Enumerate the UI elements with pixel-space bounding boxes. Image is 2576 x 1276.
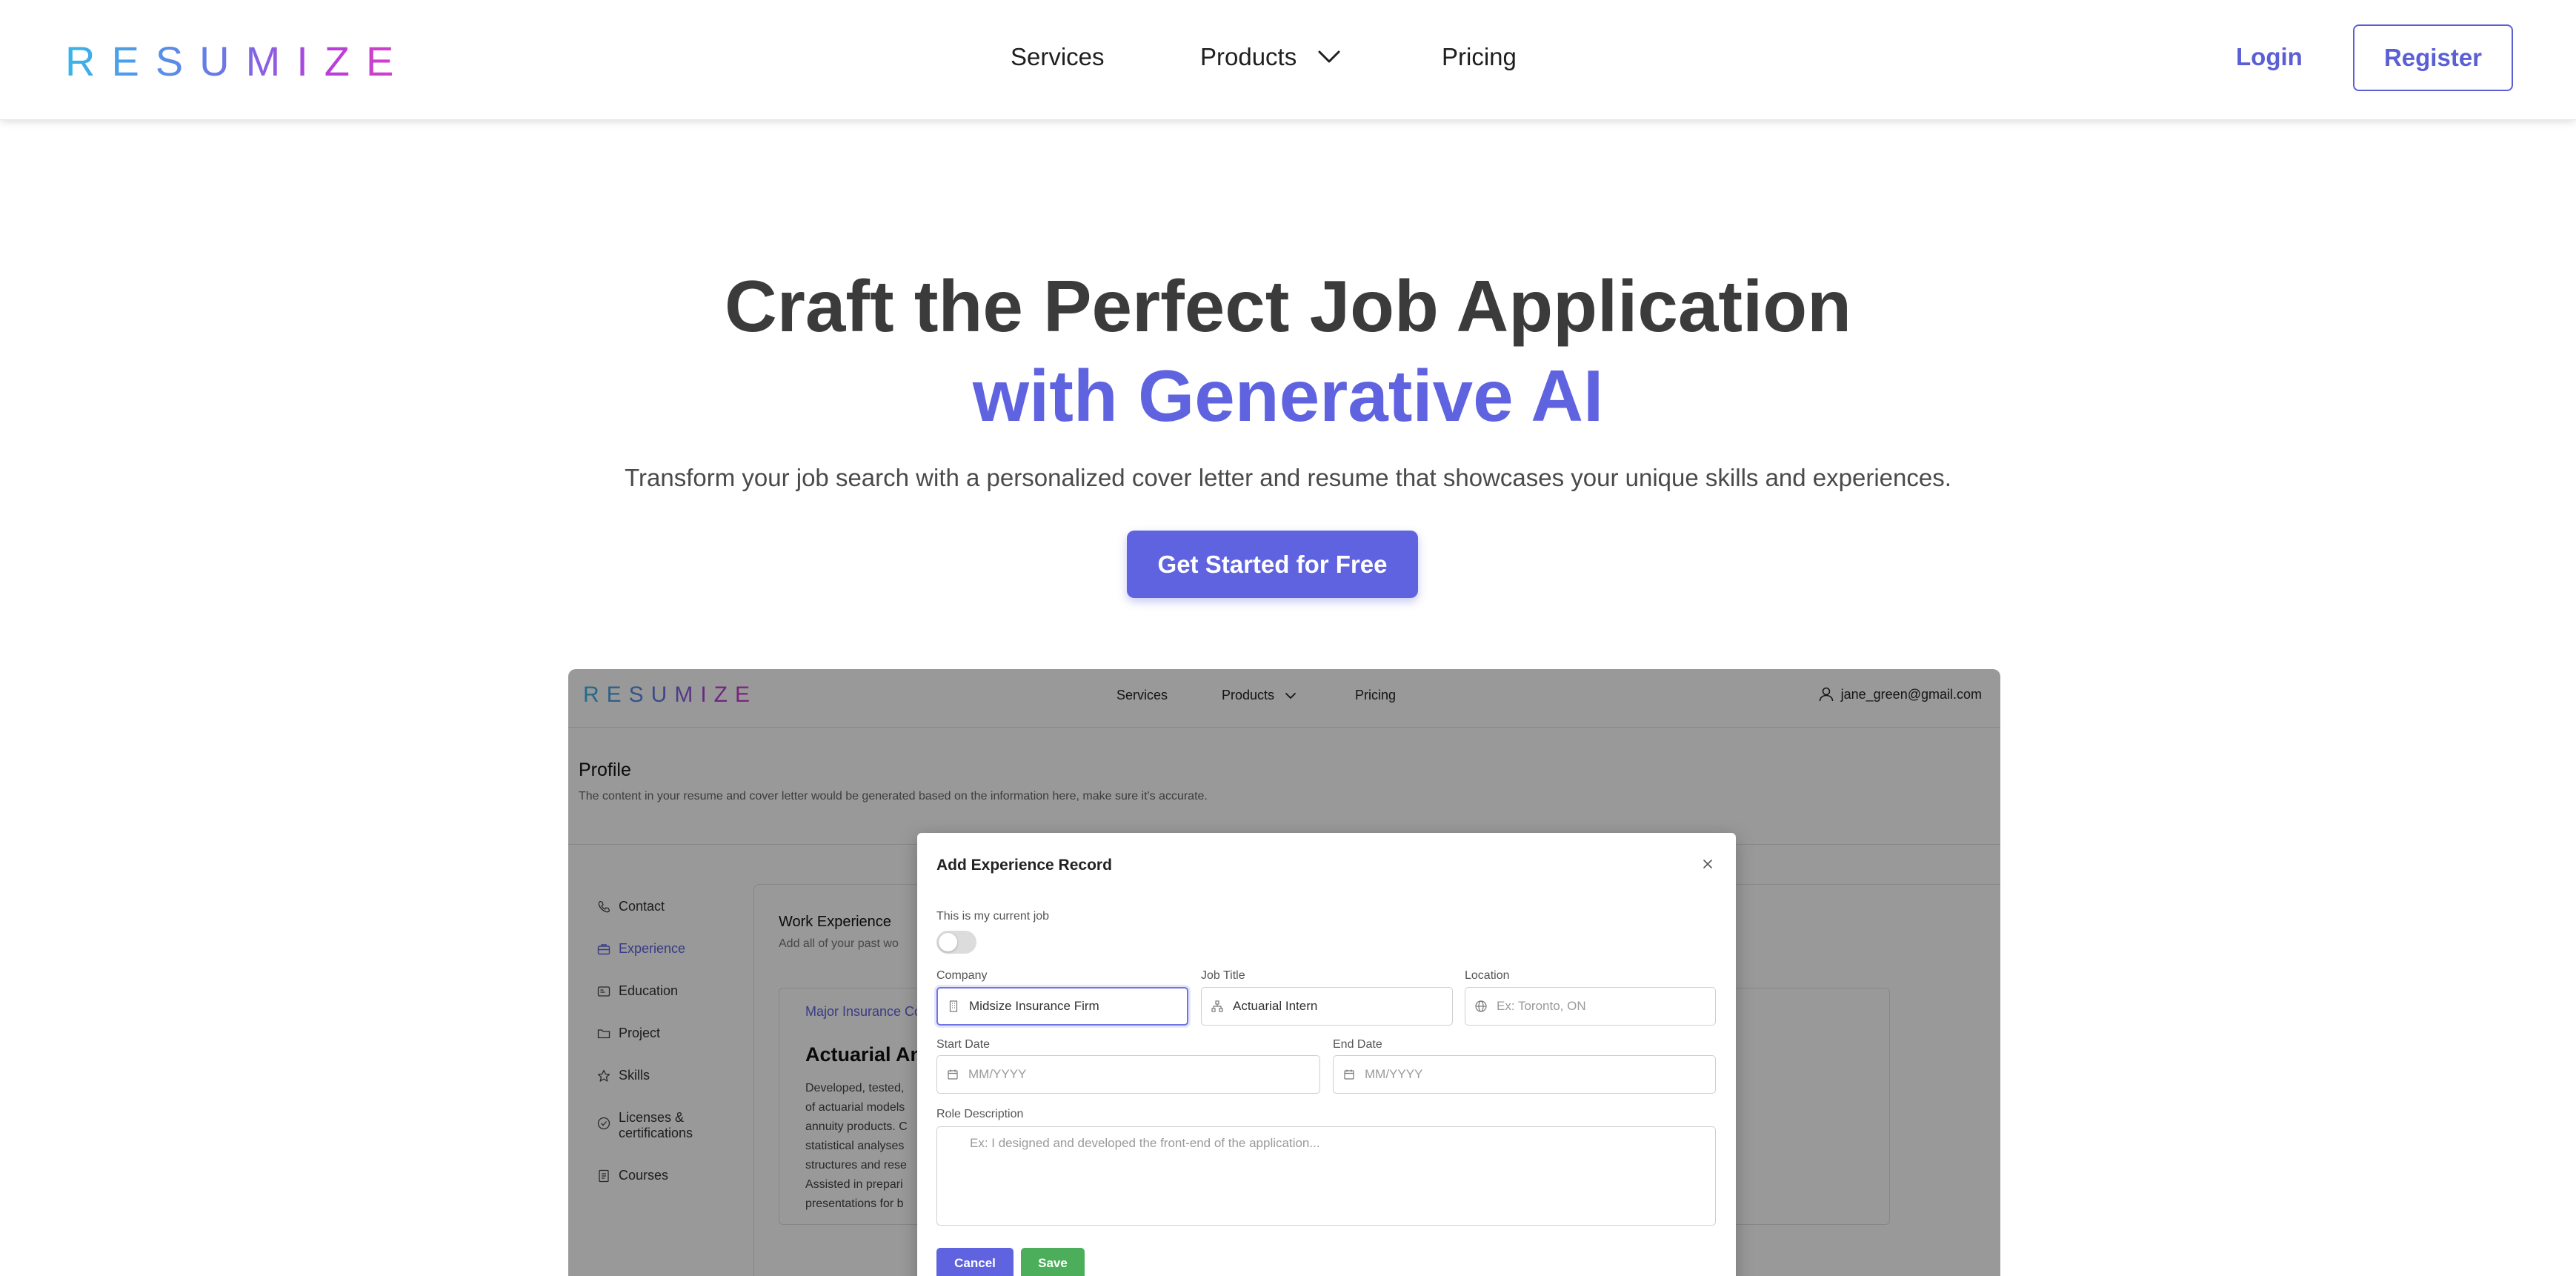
hero-title-accent: with Generative AI [972,355,1604,436]
current-job-toggle[interactable] [936,931,976,954]
hero-title: Craft the Perfect Job Application [724,265,1851,347]
modal-title: Add Experience Record [936,857,1112,874]
current-job-label: This is my current job [936,910,1050,923]
end-date-placeholder: MM/YYYY [1365,1067,1423,1081]
company-value: Midsize Insurance Firm [969,999,1099,1013]
start-date-label: Start Date [936,1038,991,1051]
job-title-value: Actuarial Intern [1233,999,1318,1013]
toggle-knob [939,933,957,951]
location-placeholder: Ex: Toronto, ON [1497,999,1586,1013]
globe-icon [1474,1000,1488,1013]
end-date-field[interactable]: MM/YYYY [1333,1055,1716,1094]
nav-pricing-link[interactable]: Pricing [1442,43,1517,71]
nav-services-link[interactable]: Services [1011,43,1105,71]
calendar-icon [1342,1068,1356,1081]
save-button[interactable]: Save [1021,1248,1085,1276]
chevron-down-icon [1317,50,1341,64]
hero-subtitle: Transform your job search with a persona… [625,464,1951,491]
app-preview-screenshot: RESUMIZE Services Products Pricing jane_… [568,669,2000,1276]
resumize-logo[interactable]: RESUMIZE [65,37,410,85]
role-description-textarea[interactable]: Ex: I designed and developed the front-e… [936,1126,1716,1226]
get-started-button[interactable]: Get Started for Free [1127,531,1418,598]
building-icon [947,1000,960,1013]
company-field[interactable]: Midsize Insurance Firm [936,987,1188,1026]
role-description-label: Role Description [936,1108,1024,1120]
nav-products-dropdown[interactable]: Products [1200,43,1341,71]
end-date-label: End Date [1333,1038,1382,1051]
add-experience-modal: Add Experience Record This is my current… [917,833,1736,1276]
job-title-field[interactable]: Actuarial Intern [1201,987,1453,1026]
register-button[interactable]: Register [2353,24,2513,91]
job-title-label: Job Title [1201,969,1245,982]
calendar-icon [946,1068,959,1081]
close-icon[interactable] [1700,857,1715,871]
org-chart-icon [1211,1000,1224,1013]
location-label: Location [1465,969,1510,982]
login-link[interactable]: Login [2236,43,2303,71]
cancel-button[interactable]: Cancel [936,1248,1014,1276]
top-navbar: RESUMIZE Services Products Pricing Login… [0,0,2576,120]
nav-products-label: Products [1200,43,1297,70]
start-date-placeholder: MM/YYYY [968,1067,1027,1081]
company-label: Company [936,969,988,982]
location-field[interactable]: Ex: Toronto, ON [1465,987,1716,1026]
start-date-field[interactable]: MM/YYYY [936,1055,1320,1094]
